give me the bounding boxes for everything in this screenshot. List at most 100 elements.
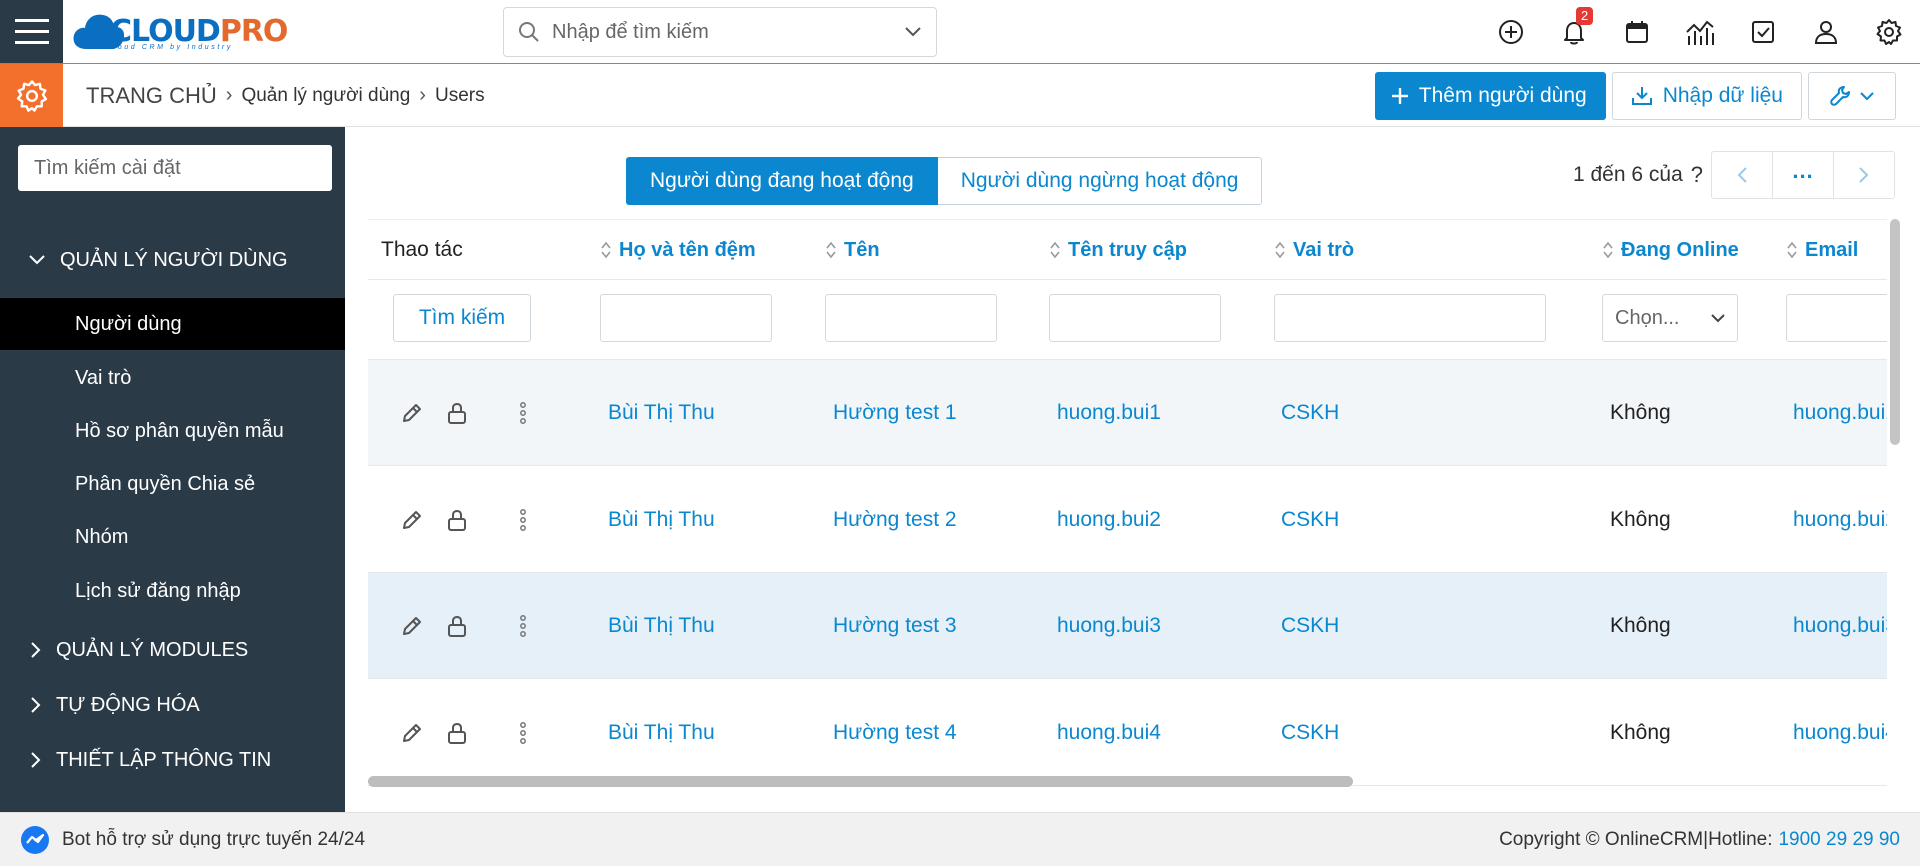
lock-icon[interactable]: [443, 612, 471, 640]
cell-email[interactable]: huong.bui4: [1793, 680, 1887, 786]
col-actions-header: Thao tác: [381, 220, 463, 280]
cloudpro-logo[interactable]: CLOUDPRO Cloud CRM by Industry: [72, 6, 288, 56]
quick-create-button[interactable]: [1479, 0, 1542, 63]
col-username-header[interactable]: Tên truy cập: [1049, 220, 1187, 280]
filter-online-select[interactable]: Chọn...: [1602, 294, 1738, 342]
global-search[interactable]: [503, 7, 937, 57]
sidebar-item-sharing[interactable]: Phân quyền Chia sẻ: [0, 458, 345, 510]
cell-username[interactable]: huong.bui4: [1057, 680, 1161, 786]
more-vertical-icon[interactable]: [509, 612, 537, 640]
notifications-button[interactable]: 2: [1542, 0, 1605, 63]
hamburger-menu-button[interactable]: [0, 0, 63, 63]
lock-icon[interactable]: [443, 719, 471, 747]
section-info-setup[interactable]: THIẾT LẬP THÔNG TIN: [0, 735, 345, 785]
sidebar-item-profiles[interactable]: Hồ sơ phân quyền mẫu: [0, 405, 345, 457]
more-vertical-icon[interactable]: [509, 719, 537, 747]
checkbox-icon: [1751, 20, 1774, 43]
col-email-header[interactable]: Email: [1786, 220, 1858, 280]
sidebar-item-login-history[interactable]: Lịch sử đăng nhập: [0, 565, 345, 617]
filter-email-input[interactable]: [1786, 294, 1887, 342]
col-online-header[interactable]: Đang Online: [1602, 220, 1739, 280]
tools-dropdown-button[interactable]: [1808, 72, 1896, 120]
cell-first-name[interactable]: Hường test 3: [833, 573, 957, 679]
more-vertical-icon[interactable]: [509, 399, 537, 427]
breadcrumb-user-management[interactable]: Quản lý người dùng: [241, 85, 410, 107]
cell-first-name[interactable]: Hường test 4: [833, 680, 957, 786]
section-automation[interactable]: TỰ ĐỘNG HÓA: [0, 680, 345, 730]
filter-last-name-input[interactable]: [600, 294, 772, 342]
total-count-help[interactable]: ?: [1691, 162, 1703, 188]
col-last-name-header[interactable]: Họ và tên đệm: [600, 220, 756, 280]
horizontal-scrollbar[interactable]: [368, 775, 1887, 787]
filter-first-name-input[interactable]: [825, 294, 997, 342]
gear-icon: [1876, 18, 1901, 45]
global-search-input[interactable]: [552, 20, 904, 44]
edit-icon[interactable]: [398, 719, 426, 747]
filter-username-input[interactable]: [1049, 294, 1221, 342]
edit-icon[interactable]: [398, 612, 426, 640]
sidebar-item-label: Hồ sơ phân quyền mẫu: [75, 419, 284, 442]
hotline-link[interactable]: 1900 29 29 90: [1778, 829, 1900, 851]
cell-last-name[interactable]: Bùi Thị Thu: [608, 467, 715, 573]
settings-section-icon[interactable]: [0, 64, 63, 127]
lock-icon[interactable]: [443, 399, 471, 427]
breadcrumb-home[interactable]: TRANG CHỦ: [86, 83, 217, 109]
cell-first-name[interactable]: Hường test 2: [833, 467, 957, 573]
tab-inactive-users[interactable]: Người dùng ngừng hoạt động: [937, 157, 1263, 205]
sidebar-item-groups[interactable]: Nhóm: [0, 511, 345, 563]
filter-role-input[interactable]: [1274, 294, 1546, 342]
reports-button[interactable]: [1668, 0, 1731, 63]
section-modules[interactable]: QUẢN LÝ MODULES: [0, 625, 345, 675]
settings-search-input[interactable]: [18, 145, 332, 191]
next-page-button[interactable]: [1833, 151, 1895, 199]
section-user-management[interactable]: QUẢN LÝ NGƯỜI DÙNG: [0, 235, 345, 285]
table-row[interactable]: Bùi Thị Thu Hường test 1 huong.bui1 CSKH…: [368, 360, 1887, 466]
tab-active-users[interactable]: Người dùng đang hoạt động: [626, 157, 938, 205]
col-role-header[interactable]: Vai trò: [1274, 220, 1354, 280]
scrollbar-thumb[interactable]: [1890, 219, 1900, 445]
table-row[interactable]: Bùi Thị Thu Hường test 2 huong.bui2 CSKH…: [368, 467, 1887, 573]
vertical-scrollbar[interactable]: [1890, 219, 1900, 449]
edit-icon[interactable]: [398, 399, 426, 427]
cell-last-name[interactable]: Bùi Thị Thu: [608, 680, 715, 786]
cell-role[interactable]: CSKH: [1281, 467, 1339, 573]
cell-role[interactable]: CSKH: [1281, 360, 1339, 466]
cell-username[interactable]: huong.bui1: [1057, 360, 1161, 466]
cell-first-name[interactable]: Hường test 1: [833, 360, 957, 466]
chevron-down-icon[interactable]: [904, 26, 922, 38]
more-vertical-icon[interactable]: [509, 506, 537, 534]
scrollbar-thumb[interactable]: [368, 776, 1353, 787]
cell-username[interactable]: huong.bui3: [1057, 573, 1161, 679]
table-row[interactable]: Bùi Thị Thu Hường test 3 huong.bui3 CSKH…: [368, 573, 1887, 679]
sidebar-item-roles[interactable]: Vai trò: [0, 352, 345, 404]
cell-email[interactable]: huong.bui3: [1793, 573, 1887, 679]
user-status-tabs: Người dùng đang hoạt động Người dùng ngừ…: [626, 157, 1263, 205]
prev-page-button[interactable]: [1711, 151, 1773, 199]
sidebar-item-label: Nhóm: [75, 525, 129, 548]
lock-icon[interactable]: [443, 506, 471, 534]
settings-button[interactable]: [1857, 0, 1920, 63]
tasks-button[interactable]: [1731, 0, 1794, 63]
support-bot-link[interactable]: Bot hỗ trợ sử dụng trực tuyến 24/24: [20, 813, 365, 866]
edit-icon[interactable]: [398, 506, 426, 534]
footer: Bot hỗ trợ sử dụng trực tuyến 24/24 Copy…: [0, 812, 1920, 866]
import-button[interactable]: Nhập dữ liệu: [1611, 72, 1802, 120]
cell-last-name[interactable]: Bùi Thị Thu: [608, 360, 715, 466]
page-more-button[interactable]: ...: [1772, 151, 1834, 199]
hamburger-icon: [14, 18, 49, 44]
cell-role[interactable]: CSKH: [1281, 573, 1339, 679]
col-first-name-header[interactable]: Tên: [825, 220, 880, 280]
calendar-button[interactable]: [1605, 0, 1668, 63]
chevron-right-icon: ›: [225, 84, 233, 106]
col-label: Đang Online: [1621, 238, 1739, 261]
cell-username[interactable]: huong.bui2: [1057, 467, 1161, 573]
sidebar-item-users[interactable]: Người dùng: [0, 298, 345, 350]
filter-search-button[interactable]: Tìm kiếm: [393, 294, 531, 342]
cell-role[interactable]: CSKH: [1281, 680, 1339, 786]
cell-last-name[interactable]: Bùi Thị Thu: [608, 573, 715, 679]
add-user-button[interactable]: Thêm người dùng: [1374, 72, 1606, 120]
profile-button[interactable]: [1794, 0, 1857, 63]
table-row[interactable]: Bùi Thị Thu Hường test 4 huong.bui4 CSKH…: [368, 680, 1887, 786]
cell-email[interactable]: huong.bui1: [1793, 360, 1887, 466]
cell-email[interactable]: huong.bui2: [1793, 467, 1887, 573]
